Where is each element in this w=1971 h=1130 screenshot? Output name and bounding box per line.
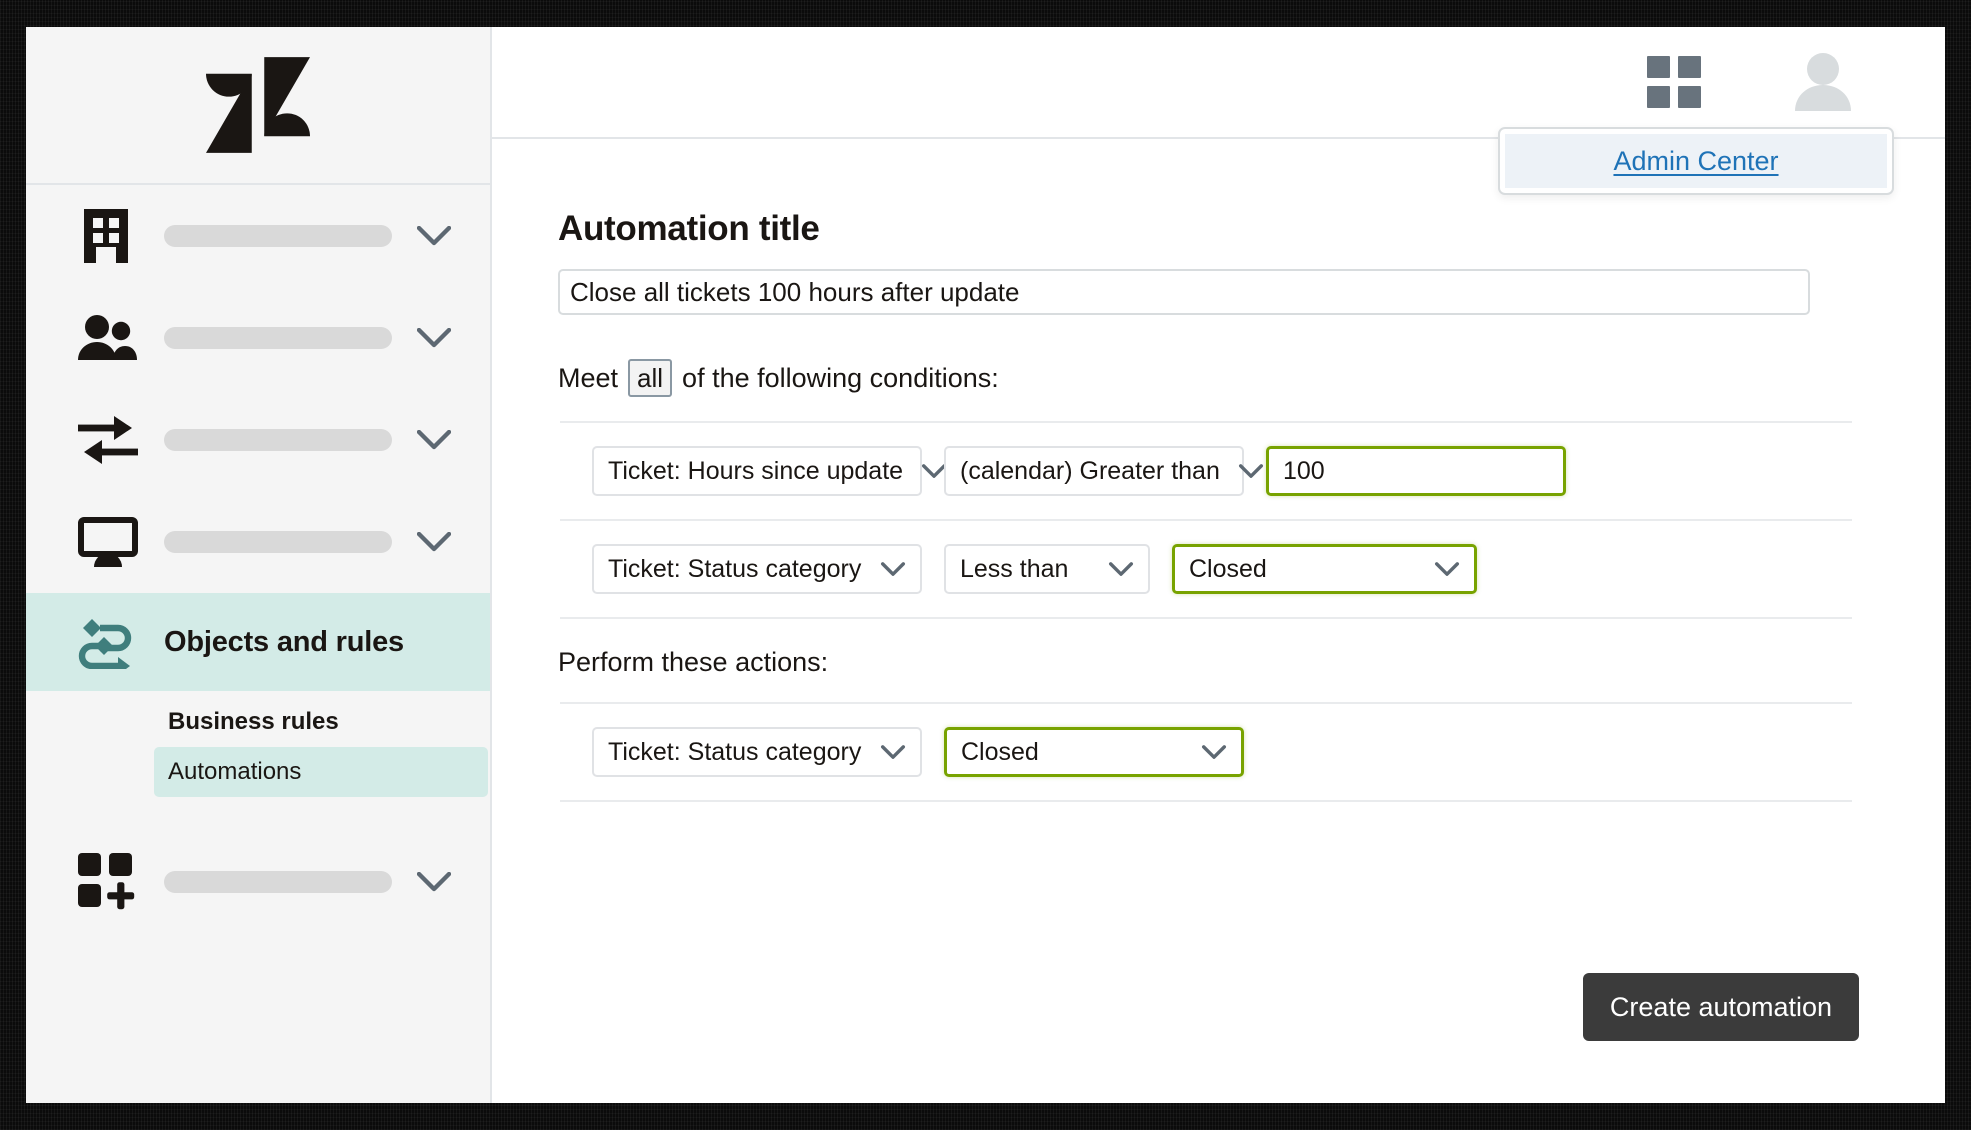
apps-add-icon: [78, 853, 140, 911]
divider: [560, 800, 1852, 802]
condition-value: 100: [1283, 456, 1325, 485]
chevron-down-icon: [1220, 463, 1264, 479]
sidebar-subitem-label: Business rules: [168, 708, 339, 735]
page-title: Automation title: [558, 209, 820, 248]
match-prefix-label: Meet: [558, 362, 619, 393]
condition-operator-select[interactable]: Less than: [944, 544, 1150, 594]
condition-operator-value: Less than: [960, 554, 1069, 583]
condition-field-value: Ticket: Status category: [608, 554, 862, 583]
match-suffix-label: of the following conditions:: [682, 362, 999, 393]
sidebar-item-placeholder: [164, 531, 392, 553]
sidebar-subitem-label: Automations: [168, 758, 302, 785]
automation-form: Automation title Meet all of the followi…: [492, 139, 1945, 1103]
sidebar-item-apps[interactable]: [26, 831, 490, 933]
condition-field-value: Ticket: Hours since update: [608, 456, 904, 485]
admin-center-popover-inner: Admin Center: [1505, 134, 1887, 188]
main-content: Admin Center Automation title Meet all o…: [492, 27, 1945, 1103]
condition-operator-select[interactable]: (calendar) Greater than: [944, 446, 1263, 496]
chevron-down-icon[interactable]: [414, 532, 454, 552]
condition-value-input[interactable]: 100: [1266, 446, 1566, 496]
chevron-down-icon[interactable]: [414, 328, 454, 348]
action-value: Closed: [961, 737, 1039, 766]
automation-title-input[interactable]: [558, 269, 1810, 315]
condition-row: Ticket: Status category Less than Closed: [592, 521, 1945, 617]
sidebar-item-workspaces[interactable]: [26, 491, 490, 593]
chevron-down-icon: [1183, 744, 1227, 760]
sidebar-item-label: Objects and rules: [164, 625, 404, 658]
divider: [560, 617, 1852, 619]
sidebar-subitem-automations[interactable]: Automations: [154, 747, 488, 797]
top-bar: [492, 27, 1945, 139]
sidebar-item-placeholder: [164, 225, 392, 247]
transfer-arrows-icon: [78, 414, 140, 466]
action-field-value: Ticket: Status category: [608, 737, 862, 766]
sidebar: Objects and rules Business rules Automat…: [26, 27, 492, 1103]
sidebar-subitem-business-rules[interactable]: Business rules: [26, 697, 490, 747]
zendesk-logo: [206, 57, 310, 153]
condition-field-select[interactable]: Ticket: Status category: [592, 544, 922, 594]
chevron-down-icon[interactable]: [414, 226, 454, 246]
monitor-icon: [78, 517, 140, 567]
condition-operator-value: (calendar) Greater than: [960, 456, 1220, 485]
sidebar-item-objects-and-rules[interactable]: Objects and rules: [26, 593, 490, 691]
screenshot-frame: Objects and rules Business rules Automat…: [0, 0, 1971, 1130]
condition-value: Closed: [1189, 554, 1267, 583]
chevron-down-icon: [862, 744, 906, 760]
chevron-down-icon: [1090, 561, 1134, 577]
chevron-down-icon[interactable]: [414, 430, 454, 450]
building-icon: [78, 207, 140, 265]
match-type-select[interactable]: all: [628, 359, 673, 397]
create-automation-button[interactable]: Create automation: [1583, 973, 1859, 1041]
actions-section-label: Perform these actions:: [558, 647, 829, 677]
chevron-down-icon: [903, 463, 947, 479]
condition-value-select[interactable]: Closed: [1172, 544, 1477, 594]
action-field-select[interactable]: Ticket: Status category: [592, 727, 922, 777]
admin-center-link[interactable]: Admin Center: [1613, 146, 1778, 177]
sidebar-item-placeholder: [164, 429, 392, 451]
chevron-down-icon: [1416, 561, 1460, 577]
zendesk-admin-app: Objects and rules Business rules Automat…: [26, 27, 1945, 1103]
condition-field-select[interactable]: Ticket: Hours since update: [592, 446, 947, 496]
sidebar-item-placeholder: [164, 327, 392, 349]
sidebar-item-account[interactable]: [26, 185, 490, 287]
condition-row: Ticket: Hours since update (calendar) Gr…: [592, 423, 1945, 519]
sidebar-item-placeholder: [164, 871, 392, 893]
sidebar-item-channels[interactable]: [26, 389, 490, 491]
chevron-down-icon: [862, 561, 906, 577]
sidebar-item-people[interactable]: [26, 287, 490, 389]
grid-icon[interactable]: [1647, 56, 1701, 108]
action-row: Ticket: Status category Closed: [592, 704, 1945, 800]
chevron-down-icon[interactable]: [414, 872, 454, 892]
match-conditions-line: Meet all of the following conditions:: [558, 359, 1945, 397]
avatar[interactable]: [1793, 53, 1853, 111]
action-value-select[interactable]: Closed: [944, 727, 1244, 777]
admin-center-popover: Admin Center: [1498, 127, 1894, 195]
objects-rules-icon: [78, 615, 140, 669]
logo-area: [26, 27, 490, 185]
people-icon: [78, 315, 140, 361]
